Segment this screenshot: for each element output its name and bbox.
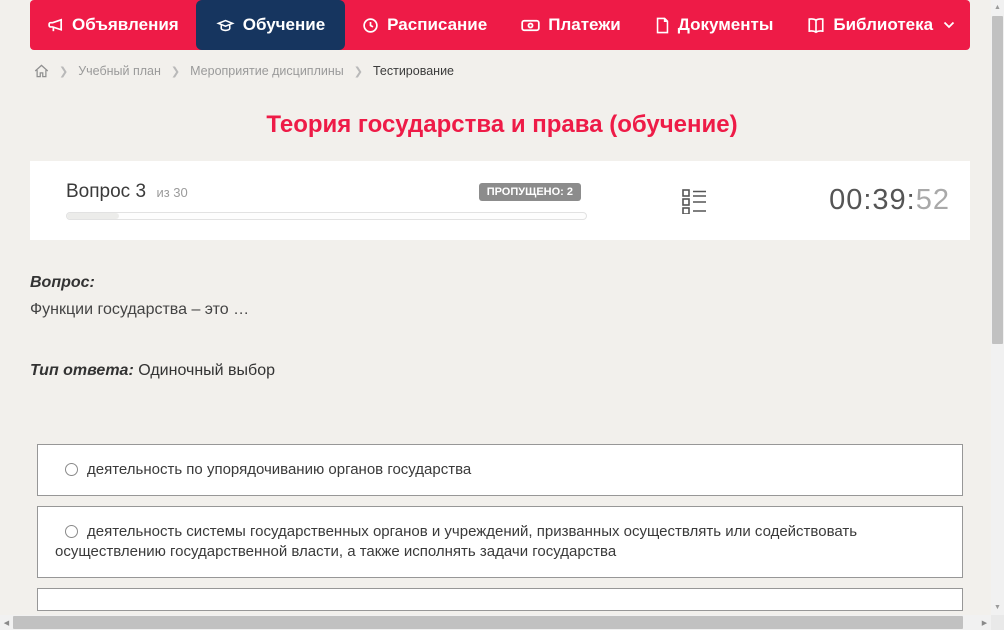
book-icon — [807, 17, 825, 34]
nav-item-label: Библиотека — [833, 15, 934, 34]
nav-item-library[interactable]: Библиотека — [790, 0, 972, 50]
answer-option-3[interactable] — [37, 588, 963, 611]
answer-option-label: деятельность системы государственных орг… — [55, 523, 858, 560]
breadcrumb-testing: Тестирование — [372, 64, 455, 78]
scroll-up-arrow[interactable]: ▲ — [991, 0, 1004, 15]
breadcrumb-discipline-event[interactable]: Мероприятие дисциплины — [190, 64, 344, 78]
question-text: Функции государства – это … — [30, 301, 250, 318]
radio-button[interactable] — [65, 525, 78, 538]
timer-seconds: 52 — [915, 184, 950, 216]
nav-item-label: Объявления — [72, 15, 179, 34]
breadcrumb-study-plan[interactable]: Учебный план — [78, 64, 161, 78]
radio-button[interactable] — [65, 463, 78, 476]
question-progress-area: Вопрос 3 из 30 ПРОПУЩЕНО: 2 — [66, 181, 587, 220]
question-total-label: из 30 — [156, 185, 188, 200]
timer: 00:39:52 — [829, 184, 950, 217]
nav-item-label: Платежи — [548, 15, 621, 34]
nav-item-learning[interactable]: Обучение — [195, 0, 346, 50]
nav-item-schedule[interactable]: Расписание — [345, 0, 504, 50]
home-icon[interactable] — [34, 64, 49, 78]
scroll-left-arrow[interactable]: ◀ — [0, 615, 13, 630]
question-body: Вопрос: Функции государства – это … Тип … — [30, 274, 970, 380]
question-number: Вопрос 3 из 30 — [66, 181, 188, 203]
progress-bar — [66, 212, 587, 220]
scroll-right-arrow[interactable]: ▶ — [978, 615, 991, 630]
nav-item-payments[interactable]: Платежи — [504, 0, 638, 50]
answer-option-2[interactable]: деятельность системы государственных орг… — [37, 506, 963, 578]
answer-type-label: Тип ответа: — [30, 362, 134, 379]
banknote-icon — [521, 17, 540, 34]
megaphone-icon — [47, 17, 64, 34]
clock-icon — [362, 17, 379, 34]
page-title: Теория государства и права (обучение) — [266, 111, 738, 138]
breadcrumb: ❯ Учебный план ❯ Мероприятие дисциплины … — [34, 64, 1004, 78]
question-caption: Вопрос: — [30, 274, 95, 291]
question-list-icon[interactable] — [682, 188, 707, 214]
horizontal-scrollbar[interactable]: ◀ ▶ — [0, 615, 991, 630]
timer-hours-minutes: 00:39: — [829, 184, 916, 216]
nav-item-label: Расписание — [387, 15, 488, 34]
scroll-down-arrow[interactable]: ▼ — [991, 600, 1004, 615]
horizontal-scrollbar-thumb[interactable] — [13, 616, 963, 629]
nav-item-announcements[interactable]: Объявления — [30, 0, 196, 50]
top-navbar: Объявления Обучение Расписание Платежи Д… — [30, 0, 970, 50]
chevron-right-icon: ❯ — [59, 65, 69, 78]
answer-type-value: Одиночный выбор — [138, 362, 275, 379]
chevron-right-icon: ❯ — [170, 65, 181, 78]
answer-option-label: деятельность по упорядочиванию органов г… — [87, 461, 472, 478]
answer-option-1[interactable]: деятельность по упорядочиванию органов г… — [37, 444, 963, 496]
vertical-scrollbar-thumb[interactable] — [992, 16, 1003, 344]
document-icon — [655, 17, 670, 34]
scrollbar-corner — [991, 615, 1004, 630]
skipped-badge: ПРОПУЩЕНО: 2 — [478, 183, 581, 201]
question-number-label: Вопрос 3 — [66, 181, 147, 202]
vertical-scrollbar[interactable]: ▲ ▼ — [991, 0, 1004, 615]
chevron-right-icon: ❯ — [353, 65, 363, 78]
nav-item-label: Документы — [677, 15, 774, 34]
nav-item-label: Обучение — [242, 15, 326, 34]
chevron-down-icon — [943, 21, 955, 29]
progress-bar-fill — [67, 213, 119, 219]
answer-options: деятельность по упорядочиванию органов г… — [37, 444, 963, 611]
graduation-cap-icon — [216, 17, 235, 34]
question-header-card: Вопрос 3 из 30 ПРОПУЩЕНО: 2 00:39:52 — [30, 161, 970, 240]
nav-item-documents[interactable]: Документы — [638, 0, 791, 50]
